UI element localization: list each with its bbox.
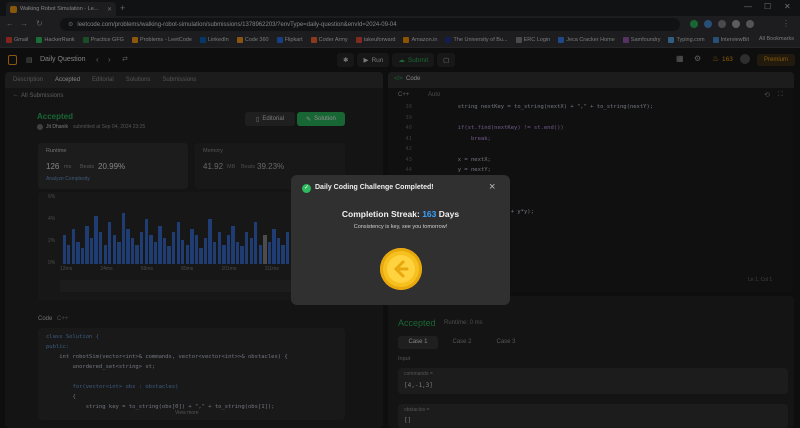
close-icon[interactable]: × <box>489 181 495 193</box>
daily-challenge-modal: ✓ Daily Coding Challenge Completed! × Co… <box>291 175 510 305</box>
streak-number: 163 <box>422 209 437 219</box>
leetcode-logo-icon <box>393 260 409 278</box>
streak-label: Completion Streak: <box>341 209 420 219</box>
completion-streak: Completion Streak: 163 Days <box>291 209 510 219</box>
check-circle-icon: ✓ <box>302 184 311 193</box>
modal-title: Daily Coding Challenge Completed! <box>315 184 434 191</box>
streak-unit: Days <box>438 209 460 219</box>
coin-face <box>387 255 415 283</box>
consistency-message: Consistency is key, see you tomorrow! <box>353 224 448 230</box>
leetcode-coin-icon <box>380 248 422 290</box>
